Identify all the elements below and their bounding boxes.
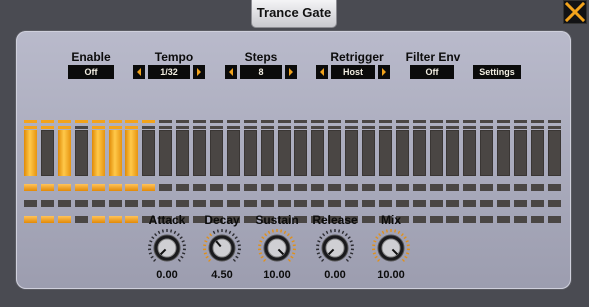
knob-value: 10.00 (377, 269, 405, 281)
mix-knob[interactable] (371, 228, 411, 268)
decay-knob[interactable] (202, 228, 242, 268)
release-knob[interactable] (315, 228, 355, 268)
knob-value: 4.50 (211, 269, 233, 281)
envelope-knobs: Attack 0.00 Decay 4.50 Sustain 10.00 Release 0.… (16, 31, 571, 289)
knob-value: 0.00 (156, 269, 178, 281)
knob-label: Mix (380, 213, 401, 227)
knob-icon (203, 229, 241, 262)
attack-knob[interactable] (147, 228, 187, 268)
knob-label: Sustain (255, 213, 299, 227)
close-icon (564, 1, 586, 23)
knob-value: 0.00 (324, 269, 346, 281)
close-button[interactable] (563, 0, 587, 24)
trance-gate-panel: Enable Off Tempo 1/32 Steps 8 Retrigger … (16, 31, 571, 289)
knob-icon (148, 229, 186, 262)
knob-icon (372, 229, 410, 262)
knob-label: Release (312, 213, 358, 227)
knob-label: Attack (148, 213, 186, 227)
window-title: Trance Gate (251, 0, 337, 28)
knob-icon (258, 229, 296, 262)
sustain-knob[interactable] (257, 228, 297, 268)
knob-value: 10.00 (263, 269, 291, 281)
knob-label: Decay (204, 213, 240, 227)
knob-icon (316, 229, 354, 262)
